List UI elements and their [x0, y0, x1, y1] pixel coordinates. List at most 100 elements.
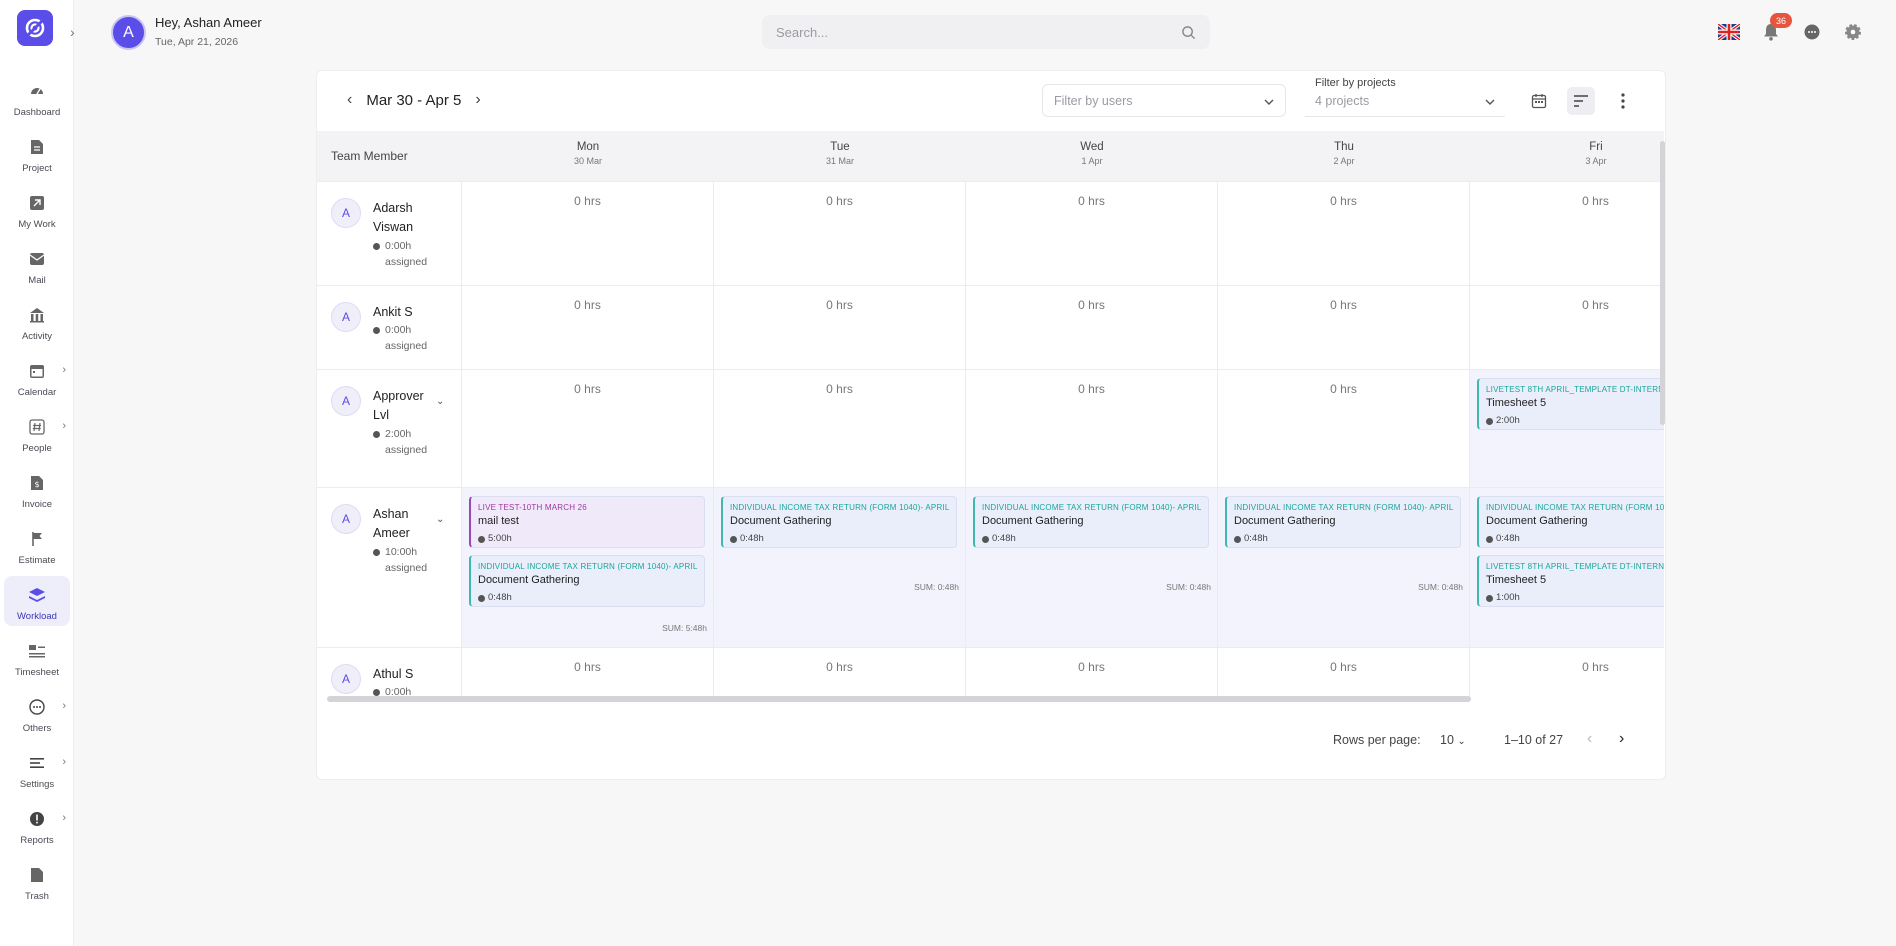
chevron-down-icon: ⌄: [1457, 736, 1466, 747]
next-week-button[interactable]: ›: [475, 91, 480, 109]
day-header-fri: Fri 3 Apr: [1585, 141, 1607, 166]
day-cell[interactable]: 0 hrs: [1470, 648, 1664, 701]
rows-per-page-select[interactable]: 10 ⌄: [1440, 733, 1466, 747]
sidebar-item-settings[interactable]: Settings ›: [4, 744, 70, 794]
project-icon: [28, 138, 46, 156]
sidebar-item-others[interactable]: Others ›: [4, 688, 70, 738]
gear-icon[interactable]: [1842, 21, 1864, 43]
sidebar-item-mail[interactable]: Mail: [4, 240, 70, 290]
day-cell[interactable]: LIVETEST 8TH APRIL_TEMPLATE DT-INTERNAL …: [1470, 370, 1664, 487]
day-cell[interactable]: 0 hrs: [714, 286, 966, 369]
member-name: Approver Lvl: [373, 389, 424, 422]
member-name: Adarsh Viswan: [373, 201, 414, 234]
day-cell[interactable]: INDIVIDUAL INCOME TAX RETURN (FORM 1040)…: [966, 488, 1218, 647]
day-cell[interactable]: LIVE TEST-10TH MARCH 26 mail test 5:00h …: [462, 488, 714, 647]
task-card[interactable]: INDIVIDUAL INCOME TAX RETURN (FORM 1040)…: [973, 496, 1209, 548]
sidebar-item-reports[interactable]: Reports ›: [4, 800, 70, 850]
sidebar-item-invoice[interactable]: $ Invoice: [4, 464, 70, 514]
settings-icon: [28, 754, 46, 772]
day-cell[interactable]: 0 hrs: [714, 182, 966, 285]
prev-week-button[interactable]: ‹: [347, 91, 352, 109]
vertical-scrollbar[interactable]: [1660, 131, 1665, 701]
avatar[interactable]: A: [331, 664, 361, 694]
horizontal-scrollbar[interactable]: [323, 696, 1663, 702]
task-card[interactable]: INDIVIDUAL INCOME TAX RETURN (FORM 1040)…: [721, 496, 957, 548]
sidebar-item-estimate[interactable]: Estimate: [4, 520, 70, 570]
workload-grid: Team Member Mon 30 Mar Tue 31 Mar Wed 1 Apr…: [317, 131, 1664, 701]
day-cell[interactable]: 0 hrs: [1218, 648, 1470, 701]
sidebar-item-dashboard[interactable]: Dashboard: [4, 72, 70, 122]
day-cell[interactable]: INDIVIDUAL INCOME TAX RETURN (FORM 1040)…: [1470, 488, 1664, 647]
chevron-right-icon: ›: [62, 420, 66, 432]
sidebar-item-my-work[interactable]: My Work: [4, 184, 70, 234]
table-row: A Approver Lvl ⌄ 2:00h assigned 0 hrs 0 …: [317, 369, 1664, 487]
filter-projects-select[interactable]: 4 projects: [1305, 84, 1505, 117]
day-cell[interactable]: 0 hrs: [462, 286, 714, 369]
workload-card: ‹ Mar 30 - Apr 5 › Filter by users Filte…: [316, 70, 1666, 780]
current-date: Tue, Apr 21, 2026: [155, 36, 239, 48]
day-cell[interactable]: 0 hrs: [714, 370, 966, 487]
day-cell[interactable]: INDIVIDUAL INCOME TAX RETURN (FORM 1040)…: [1218, 488, 1470, 647]
day-cell[interactable]: 0 hrs: [966, 648, 1218, 701]
user-avatar[interactable]: A: [111, 15, 146, 50]
sidebar-item-calendar[interactable]: Calendar ›: [4, 352, 70, 402]
task-card[interactable]: LIVETEST 8TH APRIL_TEMPLATE DT-INTERNAL …: [1477, 378, 1664, 430]
sidebar-item-trash[interactable]: Trash: [4, 856, 70, 906]
uk-flag-icon[interactable]: [1718, 21, 1740, 43]
day-cell[interactable]: 0 hrs: [462, 370, 714, 487]
sidebar-item-timesheet[interactable]: Timesheet: [4, 632, 70, 682]
task-card[interactable]: LIVETEST 8TH APRIL_TEMPLATE DT-INTERNAL …: [1477, 555, 1664, 607]
filter-users-select[interactable]: Filter by users: [1042, 84, 1286, 117]
sort-icon: [1574, 95, 1588, 107]
day-cell[interactable]: 0 hrs: [966, 182, 1218, 285]
chevron-right-icon: ›: [62, 700, 66, 712]
sidebar: › Dashboard Project My Work Mail Activit…: [0, 0, 75, 946]
app-logo[interactable]: [17, 10, 53, 46]
chat-icon[interactable]: [1801, 21, 1823, 43]
calendar-view-button[interactable]: [1525, 87, 1553, 115]
day-cell[interactable]: 0 hrs: [966, 370, 1218, 487]
rows-per-page-label: Rows per page:: [1333, 733, 1421, 747]
day-sum: SUM: 0:48h: [1418, 582, 1463, 592]
sidebar-item-people[interactable]: People ›: [4, 408, 70, 458]
day-cell[interactable]: 0 hrs: [714, 648, 966, 701]
task-card[interactable]: INDIVIDUAL INCOME TAX RETURN (FORM 1040)…: [1225, 496, 1461, 548]
avatar[interactable]: A: [331, 302, 361, 332]
sidebar-item-project[interactable]: Project: [4, 128, 70, 178]
scrollbar-thumb[interactable]: [1660, 141, 1665, 425]
day-cell[interactable]: 0 hrs: [1218, 286, 1470, 369]
activity-icon: [28, 306, 46, 324]
chevron-down-icon: [1485, 94, 1495, 108]
day-cell[interactable]: 0 hrs: [966, 286, 1218, 369]
more-options-button[interactable]: [1609, 87, 1637, 115]
avatar[interactable]: A: [331, 504, 361, 534]
chevron-down-icon[interactable]: ⌄: [436, 514, 444, 525]
task-card[interactable]: LIVE TEST-10TH MARCH 26 mail test 5:00h: [469, 496, 705, 548]
day-cell[interactable]: 0 hrs: [1218, 370, 1470, 487]
next-page-button[interactable]: ›: [1619, 730, 1624, 748]
day-cell[interactable]: 0 hrs: [462, 648, 714, 701]
scrollbar-thumb[interactable]: [327, 696, 1471, 702]
avatar[interactable]: A: [331, 386, 361, 416]
task-card[interactable]: INDIVIDUAL INCOME TAX RETURN (FORM 1040)…: [1477, 496, 1664, 548]
week-navigator: ‹ Mar 30 - Apr 5 ›: [347, 91, 481, 109]
day-cell[interactable]: 0 hrs: [1470, 286, 1664, 369]
sidebar-item-workload[interactable]: Workload: [4, 576, 70, 626]
sidebar-expand-icon[interactable]: ›: [70, 24, 75, 40]
member-name: Ashan Ameer: [373, 507, 410, 540]
day-cell[interactable]: 0 hrs: [1218, 182, 1470, 285]
sort-button[interactable]: [1567, 87, 1595, 115]
prev-page-button[interactable]: ‹: [1587, 730, 1592, 748]
member-cell: A Adarsh Viswan 0:00h assigned: [317, 182, 462, 285]
day-cell[interactable]: INDIVIDUAL INCOME TAX RETURN (FORM 1040)…: [714, 488, 966, 647]
greeting-text: Hey, Ashan Ameer: [155, 15, 262, 30]
task-card[interactable]: INDIVIDUAL INCOME TAX RETURN (FORM 1040)…: [469, 555, 705, 607]
chevron-down-icon[interactable]: ⌄: [436, 396, 444, 407]
sidebar-item-activity[interactable]: Activity: [4, 296, 70, 346]
search-input[interactable]: [776, 24, 1181, 40]
day-cell[interactable]: 0 hrs: [462, 182, 714, 285]
search-icon[interactable]: [1181, 25, 1196, 40]
avatar[interactable]: A: [331, 198, 361, 228]
member-name: Athul S: [373, 667, 414, 681]
day-cell[interactable]: 0 hrs: [1470, 182, 1664, 285]
